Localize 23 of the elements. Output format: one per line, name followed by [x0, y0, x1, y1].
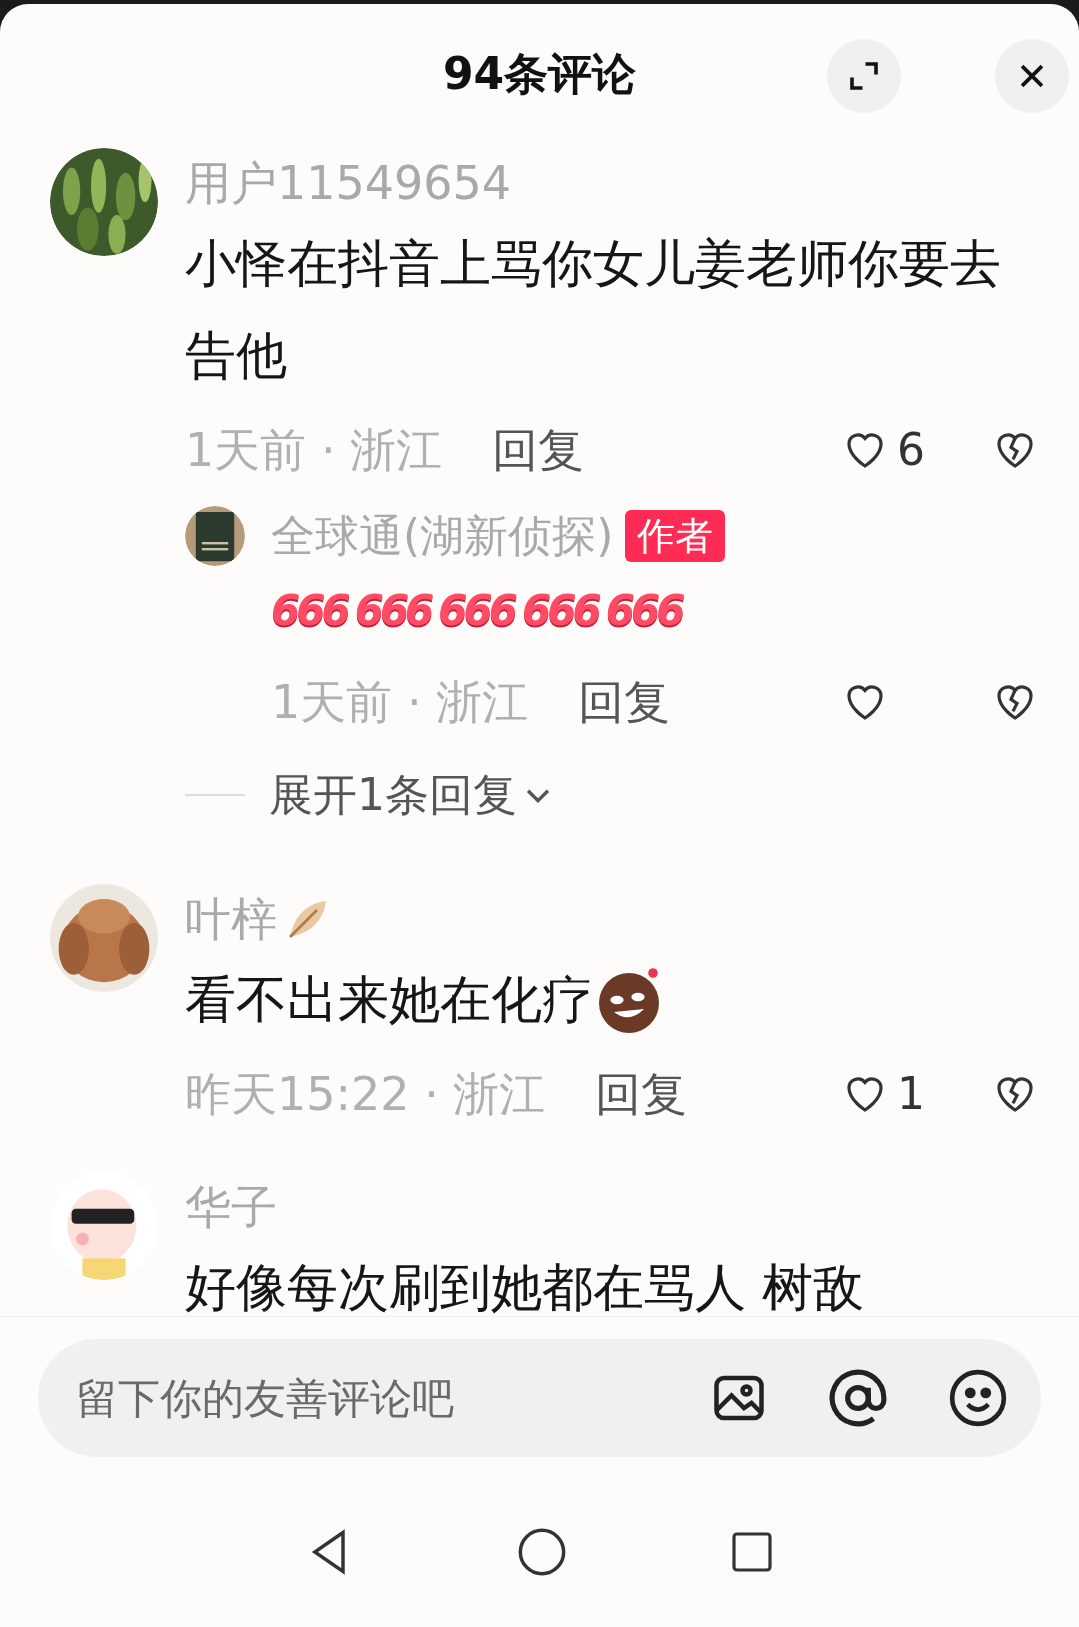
panel-title: 94条评论	[442, 47, 637, 101]
comment-meta: 1天前 · 浙江	[271, 673, 529, 731]
comment-text: 好像每次刷到她都在骂人 树敌	[185, 1257, 865, 1316]
like-count: 1	[897, 1067, 925, 1121]
sticker-text: 666	[438, 584, 514, 637]
comment-field[interactable]: 留下你的友善评论吧	[76, 1366, 689, 1430]
sticker-text: 666	[354, 584, 431, 637]
comment-text: 看不出来她在化疗	[185, 969, 593, 1031]
like-count: 6	[897, 423, 925, 477]
emoji-icon[interactable]	[947, 1367, 1009, 1429]
comment-text: 小怿在抖音上骂你女儿姜老师你要去告他	[185, 233, 1002, 387]
comment-meta: 1天前 · 浙江	[185, 421, 443, 479]
reply-link[interactable]: 回复	[595, 1059, 688, 1129]
sticker-text: 666	[605, 584, 682, 637]
sticker-text: 666	[522, 584, 598, 637]
expand-replies-link[interactable]: 展开1条回复	[269, 762, 555, 828]
comment-input[interactable]: 留下你的友善评论吧	[38, 1339, 1041, 1457]
sticker-text: 666	[271, 584, 347, 637]
reply-link[interactable]: 回复	[492, 415, 585, 485]
comment-meta: 昨天15:22 · 浙江	[185, 1065, 546, 1123]
at-icon[interactable]	[827, 1367, 889, 1429]
reply-link[interactable]: 回复	[578, 667, 671, 737]
author-badge: 作者	[625, 510, 726, 562]
